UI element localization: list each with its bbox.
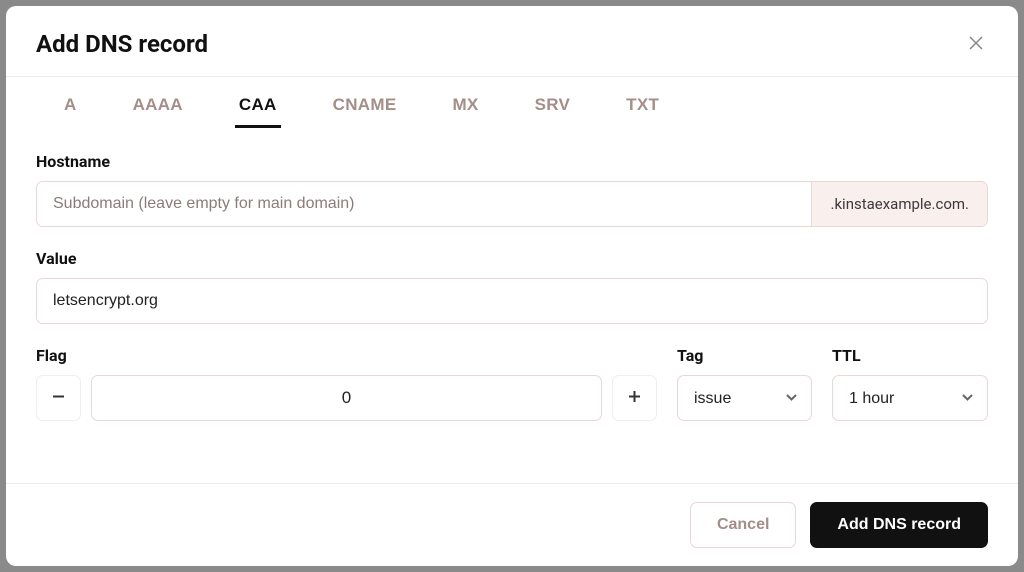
tag-field-group: Tag issue [677,346,812,421]
tab-cname[interactable]: CNAME [329,95,401,128]
flag-tag-ttl-row: Flag Tag [36,346,988,443]
flag-label: Flag [36,346,657,365]
modal-header: Add DNS record [6,6,1018,76]
hostname-input-wrapper: .kinstaexample.com. [36,181,988,227]
tag-select-wrap: issue [677,375,812,421]
tab-a[interactable]: A [60,95,81,128]
tag-select[interactable]: issue [677,375,812,421]
tab-aaaa[interactable]: AAAA [129,95,187,128]
value-field-group: Value [36,249,988,324]
modal-title: Add DNS record [36,30,208,58]
ttl-field-group: TTL 1 hour [832,346,988,421]
tab-srv[interactable]: SRV [531,95,575,128]
minus-icon [51,389,66,407]
flag-increment-button[interactable] [612,375,657,421]
flag-input[interactable] [91,375,602,421]
tag-label: Tag [677,346,812,365]
plus-icon [627,389,642,407]
close-icon [969,36,983,53]
tab-caa[interactable]: CAA [235,95,281,128]
flag-field-group: Flag [36,346,657,421]
value-label: Value [36,249,988,268]
hostname-field-group: Hostname .kinstaexample.com. [36,152,988,227]
ttl-label: TTL [832,346,988,365]
form-body: Hostname .kinstaexample.com. Value Flag [6,128,1018,483]
value-input[interactable] [37,279,987,323]
hostname-suffix: .kinstaexample.com. [811,182,987,226]
tab-txt[interactable]: TXT [622,95,663,128]
modal-footer: Cancel Add DNS record [6,483,1018,566]
hostname-input[interactable] [37,182,811,226]
dns-record-modal: Add DNS record A AAAA CAA CNAME MX SRV T… [6,6,1018,566]
hostname-label: Hostname [36,152,988,171]
flag-decrement-button[interactable] [36,375,81,421]
record-type-tabs: A AAAA CAA CNAME MX SRV TXT [6,77,1018,128]
add-dns-record-button[interactable]: Add DNS record [810,502,988,548]
tab-mx[interactable]: MX [448,95,482,128]
ttl-select-wrap: 1 hour [832,375,988,421]
flag-stepper [36,375,657,421]
ttl-select[interactable]: 1 hour [832,375,988,421]
cancel-button[interactable]: Cancel [690,502,796,548]
close-button[interactable] [964,32,988,56]
value-input-wrapper [36,278,988,324]
